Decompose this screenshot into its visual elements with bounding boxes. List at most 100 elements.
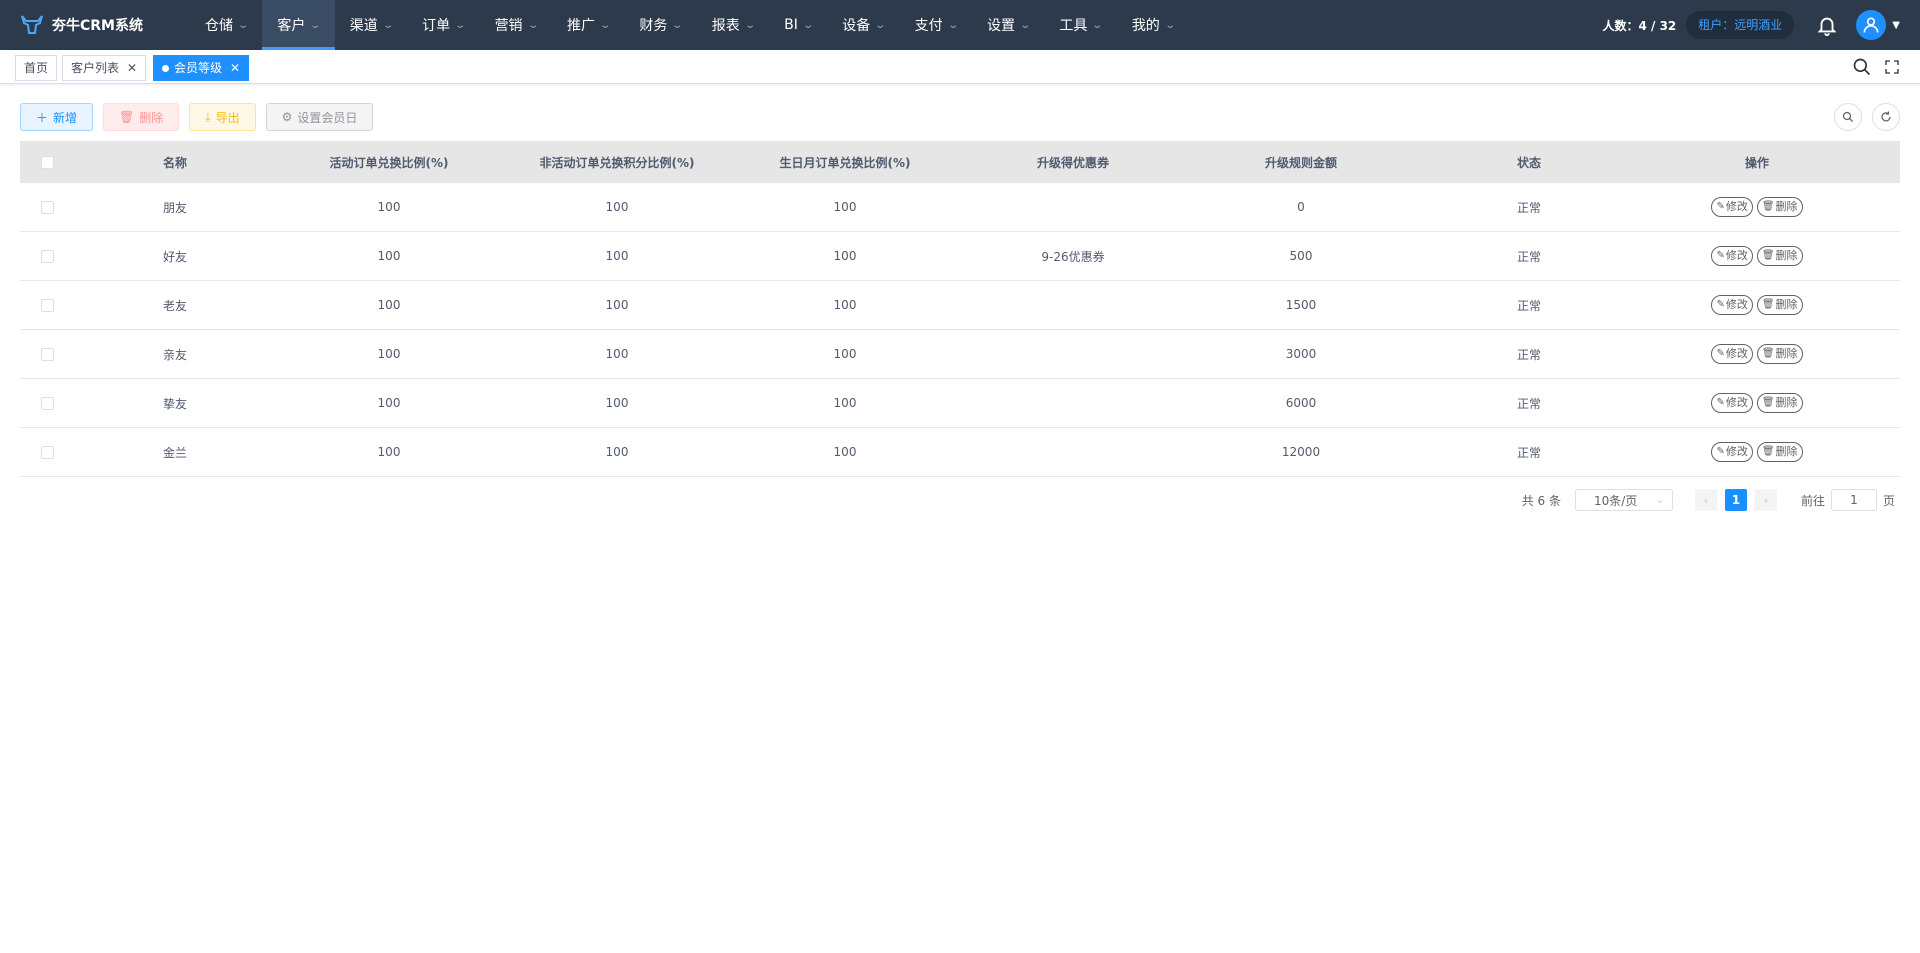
- cell-birthday-ratio: 100: [833, 298, 857, 312]
- main-menu: 仓储 ⌄ 客户 ⌄ 渠道 ⌄ 订单 ⌄ 营销 ⌄ 推广 ⌄ 财务 ⌄ 报表 ⌄ BI ⌄ 设备 ⌄ …: [190, 0, 1189, 50]
- header-upgrade-coupon[interactable]: 升级得优惠券: [959, 154, 1187, 171]
- edit-button[interactable]: ✎ 修改: [1711, 344, 1753, 364]
- edit-button[interactable]: ✎ 修改: [1711, 197, 1753, 217]
- close-icon[interactable]: ✕: [230, 56, 240, 80]
- menu-bi[interactable]: BI ⌄: [769, 0, 827, 50]
- chevron-down-icon: ⌄: [1164, 19, 1176, 31]
- chevron-down-icon: ⌄: [1655, 494, 1664, 506]
- header-upgrade-amount[interactable]: 升级规则金额: [1187, 154, 1415, 171]
- delete-button[interactable]: 🗑 删除: [1756, 442, 1803, 462]
- row-checkbox[interactable]: [41, 201, 54, 214]
- tag-home[interactable]: 首页: [15, 55, 58, 81]
- row-checkbox[interactable]: [41, 250, 54, 263]
- menu-payment[interactable]: 支付 ⌄: [900, 0, 972, 50]
- delete-button[interactable]: 🗑 删除: [1756, 344, 1803, 364]
- plus-icon: ＋: [36, 110, 49, 125]
- row-actions-group: ✎ 修改 🗑 删除: [1643, 442, 1871, 462]
- chevron-down-icon: ⌄: [1019, 19, 1032, 31]
- delete-button[interactable]: 🗑 删除: [1756, 393, 1803, 413]
- cell-name: 金兰: [162, 445, 187, 460]
- cell-active-ratio: 100: [377, 200, 401, 214]
- delete-button[interactable]: 🗑 删除: [1756, 197, 1803, 217]
- search-icon[interactable]: [1852, 57, 1872, 77]
- row-checkbox[interactable]: [41, 348, 54, 361]
- table-row[interactable]: 朋友 100 100 100 0 正常 ✎ 修改 🗑 删除: [20, 183, 1900, 232]
- tags-bar: 首页 客户列表 ✕ 会员等级 ✕: [0, 50, 1920, 84]
- table-tools: [1824, 103, 1900, 131]
- header-active-ratio[interactable]: 活动订单兑换比例(%): [275, 154, 503, 171]
- add-button[interactable]: ＋新增: [20, 103, 94, 131]
- toggle-search-button[interactable]: [1834, 103, 1862, 131]
- cell-inactive-ratio: 100: [605, 396, 629, 410]
- edit-icon: ✎: [1716, 201, 1725, 212]
- fullscreen-icon[interactable]: [1884, 59, 1900, 75]
- menu-marketing[interactable]: 营销 ⌄: [480, 0, 552, 50]
- cell-birthday-ratio: 100: [833, 249, 857, 263]
- row-actions-group: ✎ 修改 🗑 删除: [1643, 344, 1871, 364]
- row-checkbox[interactable]: [41, 446, 54, 459]
- menu-settings[interactable]: 设置 ⌄: [972, 0, 1044, 50]
- tenant-badge[interactable]: 租户：远明酒业: [1686, 11, 1795, 39]
- cell-active-ratio: 100: [377, 298, 401, 312]
- delete-button[interactable]: 🗑 删除: [103, 103, 180, 131]
- goto-page-input[interactable]: [1830, 489, 1877, 511]
- total-count: 共 6 条: [1521, 493, 1561, 508]
- edit-button[interactable]: ✎ 修改: [1711, 442, 1753, 462]
- row-checkbox[interactable]: [41, 397, 54, 410]
- table-row[interactable]: 亲友 100 100 100 3000 正常 ✎ 修改 🗑 删除: [20, 330, 1900, 379]
- header-birthday-ratio[interactable]: 生日月订单兑换比例(%): [731, 154, 959, 171]
- table-row[interactable]: 好友 100 100 100 9-26优惠券 500 正常 ✎ 修改 🗑 删除: [20, 232, 1900, 281]
- menu-device[interactable]: 设备 ⌄: [827, 0, 899, 50]
- menu-finance[interactable]: 财务 ⌄: [624, 0, 696, 50]
- table-header: 名称 活动订单兑换比例(%) 非活动订单兑换积分比例(%) 生日月订单兑换比例(…: [20, 141, 1900, 183]
- header-status[interactable]: 状态: [1415, 154, 1643, 171]
- edit-button[interactable]: ✎ 修改: [1711, 393, 1753, 413]
- chevron-down-icon: ⌄: [309, 19, 322, 31]
- close-icon[interactable]: ✕: [127, 56, 137, 80]
- chevron-down-icon: ⌄: [454, 19, 467, 31]
- chevron-down-icon: ⌄: [744, 19, 756, 31]
- row-actions: ✎ 修改 🗑 删除: [1643, 295, 1871, 315]
- menu-mine[interactable]: 我的 ⌄: [1117, 0, 1189, 50]
- page-size-select[interactable]: 10条/页 ⌄: [1574, 489, 1673, 511]
- page-number-current[interactable]: 1: [1724, 489, 1747, 511]
- cell-birthday-ratio: 100: [833, 200, 857, 214]
- table-row[interactable]: 金兰 100 100 100 12000 正常 ✎ 修改 🗑 删除: [20, 428, 1900, 477]
- edit-button[interactable]: ✎ 修改: [1711, 295, 1753, 315]
- cell-name: 老友: [162, 298, 187, 313]
- menu-tools[interactable]: 工具 ⌄: [1044, 0, 1116, 50]
- caret-down-icon[interactable]: ▼: [1892, 20, 1900, 31]
- next-page-button[interactable]: ›: [1754, 489, 1777, 511]
- menu-promotion[interactable]: 推广 ⌄: [552, 0, 624, 50]
- header-inactive-ratio[interactable]: 非活动订单兑换积分比例(%): [503, 154, 731, 171]
- menu-channel[interactable]: 渠道 ⌄: [335, 0, 407, 50]
- avatar[interactable]: [1856, 10, 1887, 40]
- chevron-down-icon: ⌄: [1091, 19, 1104, 31]
- table-row[interactable]: 老友 100 100 100 1500 正常 ✎ 修改 🗑 删除: [20, 281, 1900, 330]
- table-row[interactable]: 挚友 100 100 100 6000 正常 ✎ 修改 🗑 删除: [20, 379, 1900, 428]
- refresh-button[interactable]: [1872, 103, 1900, 131]
- tag-member-level[interactable]: 会员等级 ✕: [153, 55, 250, 81]
- row-select-cell: [20, 200, 75, 214]
- menu-report[interactable]: 报表 ⌄: [697, 0, 769, 50]
- cell-status: 正常: [1516, 249, 1541, 264]
- set-member-day-button[interactable]: ⚙ 设置会员日: [265, 103, 374, 131]
- export-button[interactable]: ⤓ 导出: [189, 103, 256, 131]
- app-logo[interactable]: 夯牛CRM系统: [0, 0, 190, 50]
- delete-button[interactable]: 🗑 删除: [1756, 246, 1803, 266]
- select-all-checkbox[interactable]: [41, 156, 54, 169]
- header-name[interactable]: 名称: [75, 154, 275, 171]
- prev-page-button[interactable]: ‹: [1694, 489, 1717, 511]
- row-checkbox[interactable]: [41, 299, 54, 312]
- menu-order[interactable]: 订单 ⌄: [407, 0, 479, 50]
- edit-button[interactable]: ✎ 修改: [1711, 246, 1753, 266]
- row-actions: ✎ 修改 🗑 删除: [1643, 246, 1871, 266]
- bell-icon[interactable]: [1816, 14, 1838, 36]
- trash-icon: 🗑: [1761, 446, 1775, 457]
- tag-customer-list[interactable]: 客户列表 ✕: [62, 55, 147, 81]
- menu-warehouse[interactable]: 仓储 ⌄: [190, 0, 262, 50]
- delete-button[interactable]: 🗑 删除: [1756, 295, 1803, 315]
- cell-inactive-ratio: 100: [605, 347, 629, 361]
- menu-customer[interactable]: 客户 ⌄: [262, 0, 336, 50]
- trash-icon: 🗑: [1761, 397, 1775, 408]
